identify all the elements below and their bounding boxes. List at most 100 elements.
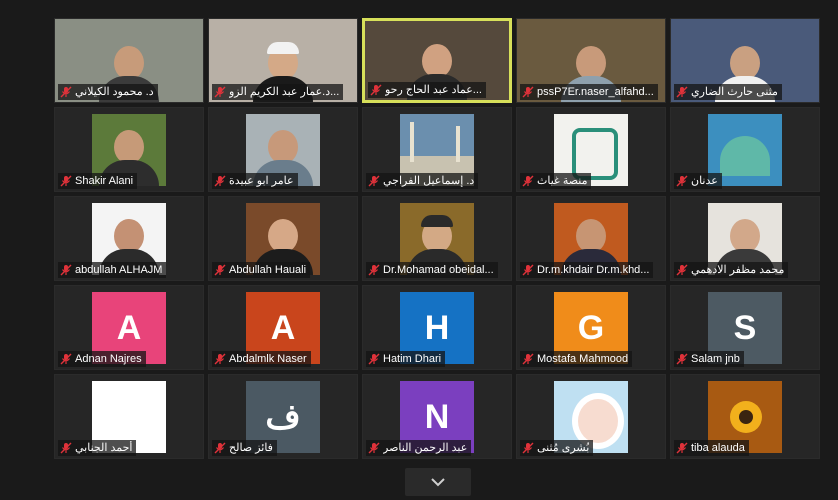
participant-tile[interactable]: Dr.Mohamad obeidal... bbox=[362, 196, 512, 281]
participant-name: pssP7Er.naser_alfahd... bbox=[537, 86, 654, 98]
participant-tile[interactable]: A Adnan Najres bbox=[54, 285, 204, 370]
participant-name-label: Dr.Mohamad obeidal... bbox=[366, 262, 498, 278]
participant-name-label: pssP7Er.naser_alfahd... bbox=[520, 84, 658, 100]
participant-name: Mostafa Mahmood bbox=[537, 353, 629, 365]
participant-name-label: tiba alauda bbox=[674, 440, 749, 456]
muted-mic-icon bbox=[60, 175, 72, 187]
muted-mic-icon bbox=[368, 353, 380, 365]
participant-name: Shakir Alani bbox=[75, 175, 134, 187]
muted-mic-icon bbox=[368, 175, 380, 187]
participant-name: Hatim Dhari bbox=[383, 353, 442, 365]
participant-name-label: Shakir Alani bbox=[58, 173, 138, 189]
participant-tile[interactable]: أحمد الجنابي bbox=[54, 374, 204, 459]
muted-mic-icon bbox=[214, 353, 226, 365]
participant-tile[interactable]: منصة غياث bbox=[516, 107, 666, 192]
participant-name: فائز صالح bbox=[229, 442, 273, 454]
participant-name: Salam jnb bbox=[691, 353, 740, 365]
participant-name-label: عدنان bbox=[674, 173, 722, 189]
participant-name: بُشرى مُثنى bbox=[537, 442, 590, 454]
muted-mic-icon bbox=[676, 264, 688, 276]
muted-mic-icon bbox=[60, 264, 72, 276]
participant-tile[interactable]: عامر ابو عبيدة bbox=[208, 107, 358, 192]
muted-mic-icon bbox=[368, 442, 380, 454]
muted-mic-icon bbox=[214, 175, 226, 187]
participant-tile[interactable]: ف فائز صالح bbox=[208, 374, 358, 459]
participant-name: أحمد الجنابي bbox=[75, 442, 133, 454]
participant-name: Dr.m.khdair Dr.m.khd... bbox=[537, 264, 650, 276]
participant-tile[interactable]: محمد مظفر الادهمي bbox=[670, 196, 820, 281]
participant-tile[interactable]: S Salam jnb bbox=[670, 285, 820, 370]
participant-tile[interactable]: د. إسماعيل الفراجي bbox=[362, 107, 512, 192]
participant-tile[interactable]: Shakir Alani bbox=[54, 107, 204, 192]
participant-name: منصة غياث bbox=[537, 175, 588, 187]
participant-name: Dr.Mohamad obeidal... bbox=[383, 264, 494, 276]
muted-mic-icon bbox=[522, 175, 534, 187]
participant-name: عدنان bbox=[691, 175, 718, 187]
participant-name-label: Salam jnb bbox=[674, 351, 744, 367]
participant-name-label: Mostafa Mahmood bbox=[520, 351, 633, 367]
participant-name: محمد مظفر الادهمي bbox=[691, 264, 785, 276]
gallery-grid: د. محمود الكيلاني د.عمار عبد الكريم الزو… bbox=[54, 18, 820, 459]
participant-name-label: منصة غياث bbox=[520, 173, 592, 189]
participant-tile[interactable]: عماد عبد الحاج رحو... bbox=[362, 18, 512, 103]
participant-tile[interactable]: Abdullah Hauali bbox=[208, 196, 358, 281]
participant-name: عبد الرحمن الناصر bbox=[383, 442, 468, 454]
muted-mic-icon bbox=[522, 442, 534, 454]
participant-name-label: abdullah ALHAJM bbox=[58, 262, 167, 278]
participant-tile[interactable]: A Abdalmlk Naser bbox=[208, 285, 358, 370]
muted-mic-icon bbox=[522, 264, 534, 276]
participant-name-label: د. إسماعيل الفراجي bbox=[366, 173, 479, 189]
participant-name: Abdullah Hauali bbox=[229, 264, 307, 276]
participant-tile[interactable]: H Hatim Dhari bbox=[362, 285, 512, 370]
participant-name: د. محمود الكيلاني bbox=[75, 86, 154, 98]
participant-name-label: Hatim Dhari bbox=[366, 351, 446, 367]
participant-tile[interactable]: N عبد الرحمن الناصر bbox=[362, 374, 512, 459]
muted-mic-icon bbox=[676, 86, 688, 98]
muted-mic-icon bbox=[214, 442, 226, 454]
participant-name: Abdalmlk Naser bbox=[229, 353, 307, 365]
participant-name: Adnan Najres bbox=[75, 353, 142, 365]
participant-name-label: محمد مظفر الادهمي bbox=[674, 262, 789, 278]
participant-tile[interactable]: د.عمار عبد الكريم الزو... bbox=[208, 18, 358, 103]
participant-name-label: Dr.m.khdair Dr.m.khd... bbox=[520, 262, 654, 278]
muted-mic-icon bbox=[676, 353, 688, 365]
participant-tile[interactable]: د. محمود الكيلاني bbox=[54, 18, 204, 103]
participant-tile[interactable]: عدنان bbox=[670, 107, 820, 192]
participant-name-label: بُشرى مُثنى bbox=[520, 440, 594, 456]
participant-name-label: Adnan Najres bbox=[58, 351, 146, 367]
chevron-down-icon bbox=[431, 477, 445, 486]
participant-name-label: عبد الرحمن الناصر bbox=[366, 440, 472, 456]
participant-name-label: Abdalmlk Naser bbox=[212, 351, 311, 367]
participant-tile[interactable]: G Mostafa Mahmood bbox=[516, 285, 666, 370]
participant-name: د. إسماعيل الفراجي bbox=[383, 175, 475, 187]
muted-mic-icon bbox=[214, 86, 226, 98]
participant-tile[interactable]: abdullah ALHAJM bbox=[54, 196, 204, 281]
muted-mic-icon bbox=[60, 442, 72, 454]
participant-name-label: Abdullah Hauali bbox=[212, 262, 311, 278]
muted-mic-icon bbox=[676, 175, 688, 187]
muted-mic-icon bbox=[522, 86, 534, 98]
show-more-button[interactable] bbox=[405, 468, 471, 496]
participant-name: عامر ابو عبيدة bbox=[229, 175, 294, 187]
muted-mic-icon bbox=[522, 353, 534, 365]
participant-name: tiba alauda bbox=[691, 442, 745, 454]
muted-mic-icon bbox=[60, 86, 72, 98]
participant-name-label: عماد عبد الحاج رحو... bbox=[368, 82, 486, 98]
muted-mic-icon bbox=[370, 84, 382, 96]
participant-name: مثنى حارث الضاري bbox=[691, 86, 778, 98]
participant-name: عماد عبد الحاج رحو... bbox=[385, 84, 482, 96]
participant-tile[interactable]: مثنى حارث الضاري bbox=[670, 18, 820, 103]
participant-name-label: أحمد الجنابي bbox=[58, 440, 137, 456]
muted-mic-icon bbox=[368, 264, 380, 276]
muted-mic-icon bbox=[676, 442, 688, 454]
participant-name-label: د.عمار عبد الكريم الزو... bbox=[212, 84, 344, 100]
muted-mic-icon bbox=[60, 353, 72, 365]
participant-name-label: فائز صالح bbox=[212, 440, 277, 456]
participant-name-label: مثنى حارث الضاري bbox=[674, 84, 782, 100]
participant-name: abdullah ALHAJM bbox=[75, 264, 163, 276]
participant-tile[interactable]: tiba alauda bbox=[670, 374, 820, 459]
participant-tile[interactable]: بُشرى مُثنى bbox=[516, 374, 666, 459]
participant-tile[interactable]: Dr.m.khdair Dr.m.khd... bbox=[516, 196, 666, 281]
participant-tile[interactable]: pssP7Er.naser_alfahd... bbox=[516, 18, 666, 103]
participant-name-label: د. محمود الكيلاني bbox=[58, 84, 158, 100]
